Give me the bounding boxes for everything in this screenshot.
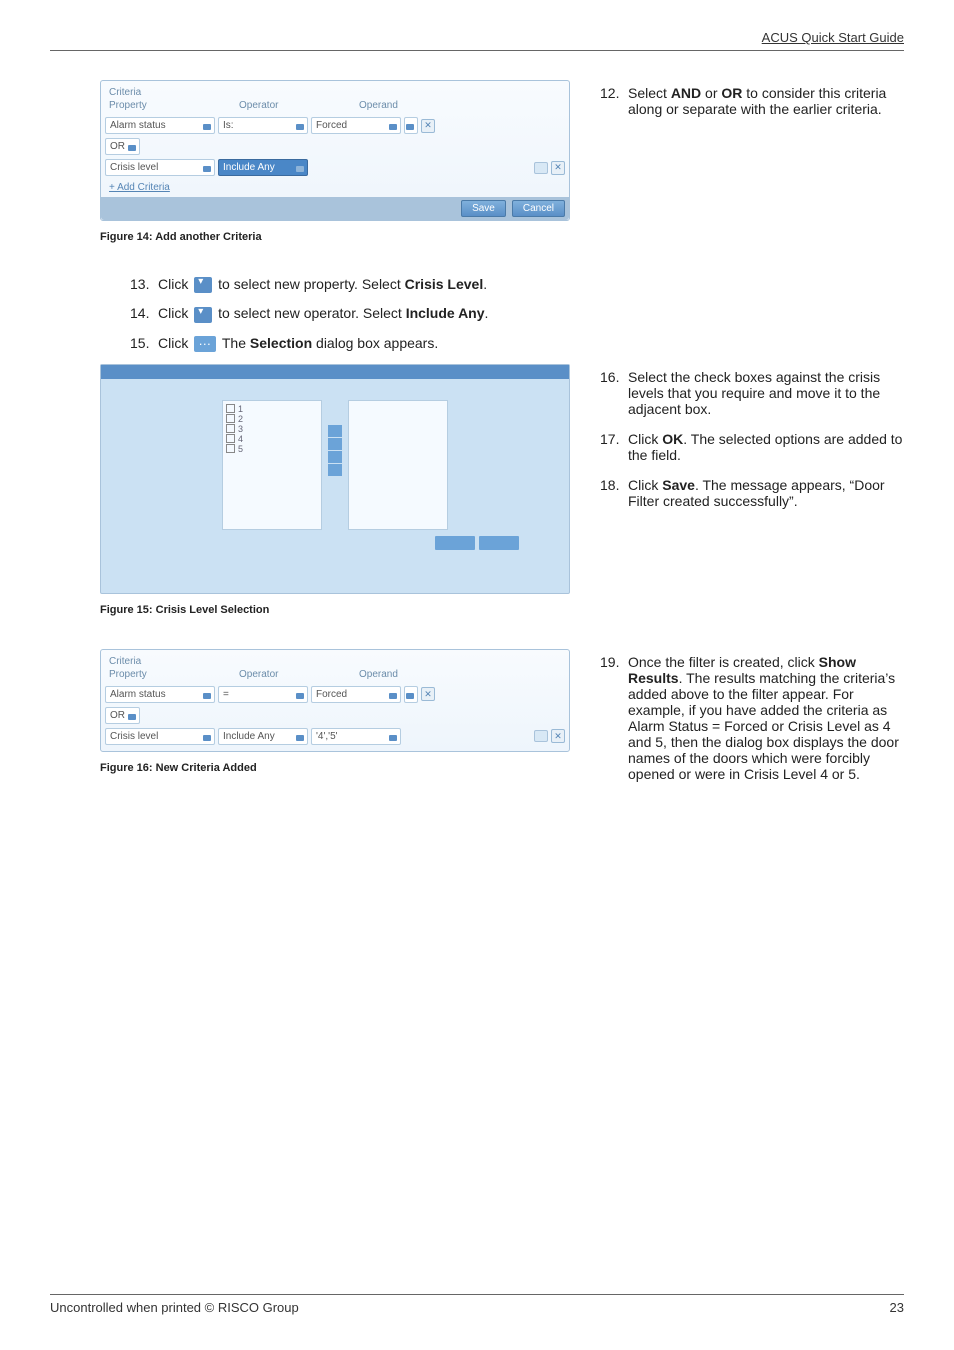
step-text: Select the check boxes against the crisi… <box>628 369 904 417</box>
step-number: 18. <box>600 477 628 509</box>
opd-arrow[interactable] <box>404 117 418 134</box>
op-header: Operator <box>239 669 359 680</box>
andor-dropdown[interactable]: OR <box>105 707 140 724</box>
prop-dropdown[interactable]: Alarm status <box>105 686 215 703</box>
opd-header: Operand <box>359 669 561 680</box>
ok-button[interactable] <box>435 536 475 550</box>
fig15-screenshot: 1 2 3 4 5 <box>100 364 570 594</box>
op2-dropdown[interactable]: Include Any <box>218 159 308 176</box>
dropdown-arrow-icon <box>194 277 212 293</box>
page-number: 23 <box>890 1300 904 1315</box>
step-number: 16. <box>600 369 628 417</box>
opd-dropdown[interactable]: Forced <box>311 117 401 134</box>
checkbox-icon[interactable] <box>226 434 235 443</box>
close-icon[interactable]: ✕ <box>421 687 435 701</box>
expand-icon[interactable] <box>534 730 548 742</box>
step-number: 19. <box>600 654 628 782</box>
target-list[interactable] <box>348 400 448 530</box>
op-dropdown[interactable]: Is: <box>218 117 308 134</box>
source-list[interactable]: 1 2 3 4 5 <box>222 400 322 530</box>
close-icon[interactable]: ✕ <box>551 161 565 175</box>
step-text: Click to select new operator. Select Inc… <box>158 305 904 322</box>
fig16-screenshot: Criteria Property Operator Operand Alarm… <box>100 649 570 752</box>
add-criteria-link[interactable]: + Add Criteria <box>105 178 565 197</box>
move-all-right-icon[interactable] <box>328 438 342 450</box>
figure-caption: Figure 16: New Criteria Added <box>100 762 570 774</box>
step-text: Click Save. The message appears, “Door F… <box>628 477 904 509</box>
figure-caption: Figure 15: Crisis Level Selection <box>100 604 570 616</box>
step-number: 15. <box>130 335 158 352</box>
opd-arrow[interactable] <box>404 686 418 703</box>
prop2-dropdown[interactable]: Crisis level <box>105 728 215 745</box>
checkbox-icon[interactable] <box>226 404 235 413</box>
cancel-button[interactable]: Cancel <box>512 200 565 217</box>
step-number: 17. <box>600 431 628 463</box>
checkbox-icon[interactable] <box>226 414 235 423</box>
ellipsis-icon <box>194 336 216 352</box>
criteria-title: Criteria <box>105 85 565 98</box>
op2-dropdown[interactable]: Include Any <box>218 728 308 745</box>
andor-dropdown[interactable]: OR <box>105 138 140 155</box>
op-dropdown[interactable]: = <box>218 686 308 703</box>
close-icon[interactable]: ✕ <box>421 119 435 133</box>
opd2-field[interactable]: '4','5' <box>311 728 401 745</box>
expand-icon[interactable] <box>534 162 548 174</box>
move-right-icon[interactable] <box>328 425 342 437</box>
step-text: Click OK. The selected options are added… <box>628 431 904 463</box>
step-text: Select AND or OR to consider this criter… <box>628 85 904 117</box>
figure-caption: Figure 14: Add another Criteria <box>100 231 570 243</box>
page-title: ACUS Quick Start Guide <box>762 30 904 45</box>
step-number: 12. <box>600 85 628 117</box>
prop-dropdown[interactable]: Alarm status <box>105 117 215 134</box>
dropdown-arrow-icon <box>194 307 212 323</box>
footer-rule <box>50 1294 904 1295</box>
cancel-button[interactable] <box>479 536 519 550</box>
selection-header <box>101 365 569 379</box>
prop-header: Property <box>109 100 239 111</box>
step-text: Click The Selection dialog box appears. <box>158 335 904 352</box>
step-text: Once the filter is created, click Show R… <box>628 654 904 782</box>
move-left-icon[interactable] <box>328 451 342 463</box>
opd-header: Operand <box>359 100 561 111</box>
checkbox-icon[interactable] <box>226 444 235 453</box>
step-text: Click to select new property. Select Cri… <box>158 276 904 293</box>
prop-header: Property <box>109 669 239 680</box>
header-rule <box>50 50 904 51</box>
save-button[interactable]: Save <box>461 200 506 217</box>
move-all-left-icon[interactable] <box>328 464 342 476</box>
opd-dropdown[interactable]: Forced <box>311 686 401 703</box>
checkbox-icon[interactable] <box>226 424 235 433</box>
prop2-dropdown[interactable]: Crisis level <box>105 159 215 176</box>
criteria-title: Criteria <box>105 654 565 667</box>
step-number: 13. <box>130 276 158 293</box>
op-header: Operator <box>239 100 359 111</box>
fig14-screenshot: Criteria Property Operator Operand Alarm… <box>100 80 570 221</box>
close-icon[interactable]: ✕ <box>551 729 565 743</box>
footer-left: Uncontrolled when printed © RISCO Group <box>50 1300 299 1315</box>
step-number: 14. <box>130 305 158 322</box>
